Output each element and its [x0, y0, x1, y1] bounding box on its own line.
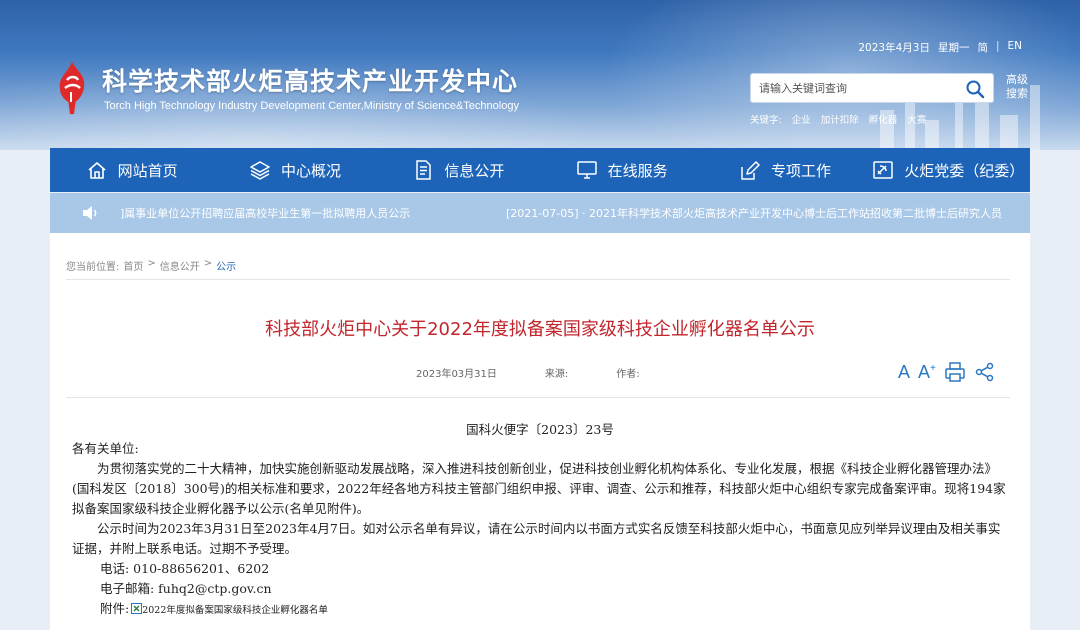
current-date: 2023年4月3日 [858, 42, 930, 54]
excel-file-icon [131, 603, 143, 614]
font-decrease-button[interactable]: A [898, 362, 910, 383]
contact-email: 电子邮箱: fuhq2@ctp.gov.cn [100, 581, 272, 596]
nav-label: 专项工作 [770, 161, 831, 180]
notice-ticker: ]属事业单位公开招聘应届高校毕业生第一批拟聘用人员公示 [2021-07-05]… [50, 193, 1030, 233]
lang-separator: | [995, 40, 1000, 52]
article-panel: 您当前位置: 首页 > 信息公开 > 公示 科技部火炬中心关于2022年度拟备案… [50, 233, 1030, 630]
divider [66, 279, 1010, 280]
hot-keyword-link[interactable]: 大赛 [907, 112, 926, 126]
article-author-label: 作者: [616, 369, 640, 380]
hot-keywords: 关键字: 企业 加计扣除 孵化器 大赛 [750, 112, 926, 126]
nav-label: 在线服务 [607, 161, 668, 180]
salutation: 各有关单位: [72, 441, 139, 456]
party-icon [873, 161, 894, 179]
nav-item-online-service[interactable]: 在线服务 [540, 148, 703, 192]
article-meta: 2023年03月31日 来源: 作者: [416, 365, 640, 380]
home-icon [88, 162, 106, 179]
breadcrumb-separator: > [203, 258, 213, 269]
search-icon[interactable] [965, 79, 985, 99]
monitor-icon [576, 161, 597, 179]
breadcrumb: 您当前位置: 首页 > 信息公开 > 公示 [66, 258, 236, 273]
font-increase-label: A [918, 361, 931, 382]
advanced-search-link[interactable]: 高级搜索 [1004, 73, 1030, 101]
breadcrumb-prefix: 您当前位置: [66, 262, 120, 273]
site-title: 科学技术部火炬高技术产业开发中心 [102, 67, 519, 96]
nav-label: 网站首页 [117, 161, 178, 180]
banner-building [925, 120, 939, 150]
article-tools: A A+ [898, 361, 996, 383]
divider [66, 397, 1010, 398]
lang-english-link[interactable]: EN [1008, 40, 1023, 55]
nav-item-special-work[interactable]: 专项工作 [703, 148, 866, 192]
hot-keywords-label: 关键字: [750, 115, 782, 126]
share-icon[interactable] [974, 361, 996, 383]
banner-building [1000, 115, 1018, 150]
speaker-icon [83, 206, 97, 220]
contact-phone: 电话: 010-88656201、6202 [100, 561, 270, 576]
banner-building [1030, 85, 1040, 150]
breadcrumb-current[interactable]: 公示 [216, 258, 236, 273]
search-box [750, 73, 994, 103]
nav-label: 火炬党委（纪委） [904, 161, 1025, 180]
nav-label: 中心概况 [280, 161, 341, 180]
nav-item-party-committee[interactable]: 火炬党委（纪委） [867, 148, 1030, 192]
body-paragraph: 为贯彻落实党的二十大精神，加快实施创新驱动发展战略，深入推进科技创新创业，促进科… [72, 461, 1006, 516]
layers-icon [250, 161, 270, 180]
site-subtitle: Torch High Technology Industry Developme… [104, 100, 519, 112]
current-weekday: 星期一 [937, 42, 970, 54]
nav-item-home[interactable]: 网站首页 [50, 148, 213, 192]
nav-item-info[interactable]: 信息公开 [377, 148, 540, 192]
article-title: 科技部火炬中心关于2022年度拟备案国家级科技企业孵化器名单公示 [265, 319, 815, 340]
torch-logo-icon[interactable] [48, 58, 96, 118]
hot-keyword-link[interactable]: 加计扣除 [821, 112, 859, 126]
font-increase-button[interactable]: A+ [918, 362, 936, 383]
nav-item-overview[interactable]: 中心概况 [213, 148, 376, 192]
article-date: 2023年03月31日 [416, 369, 497, 380]
body-paragraph: 公示时间为2023年3月31日至2023年4月7日。如对公示名单有异议，请在公示… [72, 521, 1001, 556]
lang-simplified-link[interactable]: 简 [977, 40, 988, 55]
attachment-link[interactable]: 2022年度拟备案国家级科技企业孵化器名单 [142, 605, 328, 616]
edit-icon [741, 161, 760, 180]
nav-label: 信息公开 [444, 161, 505, 180]
breadcrumb-home[interactable]: 首页 [123, 258, 143, 273]
notice-link[interactable]: ]属事业单位公开招聘应届高校毕业生第一批拟聘用人员公示 [120, 205, 410, 221]
attachment-line: 附件: 2022年度拟备案国家级科技企业孵化器名单 [72, 599, 1008, 621]
main-nav: 网站首页 中心概况 信息公开 在线服务 专项工作 火炬党委（纪委） [50, 148, 1030, 192]
article-body: 各有关单位: 为贯彻落实党的二十大精神，加快实施创新驱动发展战略，深入推进科技创… [72, 439, 1008, 621]
font-increase-plus: + [930, 362, 936, 374]
top-utility-bar: 2023年4月3日 星期一 简 | EN [858, 40, 1022, 55]
document-number: 国科火便字〔2023〕23号 [466, 422, 614, 437]
article-source-label: 来源: [544, 369, 569, 380]
search-input[interactable] [759, 79, 959, 97]
hot-keyword-link[interactable]: 企业 [792, 112, 811, 126]
breadcrumb-info[interactable]: 信息公开 [160, 258, 200, 273]
notice-link[interactable]: [2021-07-05] · 2021年科学技术部火炬高技术产业开发中心博士后工… [506, 205, 1002, 221]
document-icon [416, 160, 432, 180]
attachment-label: 附件: [100, 601, 130, 616]
print-icon[interactable] [944, 361, 966, 383]
breadcrumb-separator: > [147, 258, 156, 269]
hot-keyword-link[interactable]: 孵化器 [869, 112, 898, 126]
banner-building [975, 100, 989, 150]
